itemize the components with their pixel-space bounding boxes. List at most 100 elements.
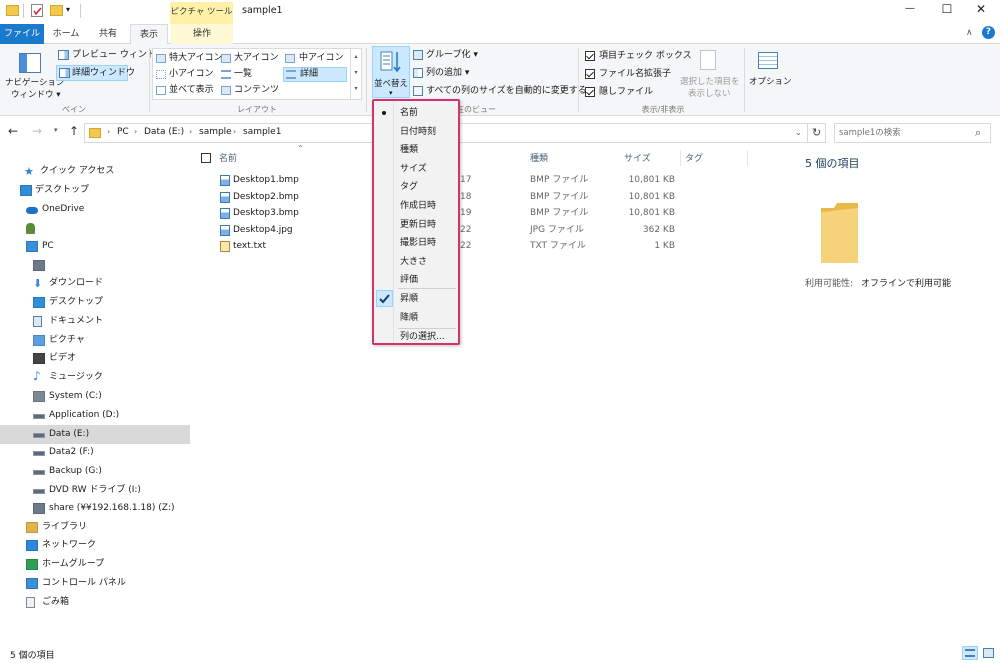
customize-toolbar-icon[interactable]: ▾ xyxy=(66,6,74,14)
sidebar-item[interactable]: Application (D:) xyxy=(0,406,190,425)
group-by-button[interactable]: グループ化 ▾ xyxy=(412,48,492,63)
hidden-items-checkbox[interactable] xyxy=(585,87,595,97)
layout-small-icons[interactable]: 小アイコン xyxy=(155,67,219,82)
sidebar-item[interactable] xyxy=(0,219,190,238)
size-all-columns-button[interactable]: すべての列のサイズを自動的に変更する xyxy=(412,84,587,99)
sidebar-item[interactable]: DVD RW ドライブ (I:) xyxy=(0,481,190,500)
file-extensions-checkbox[interactable] xyxy=(585,69,595,79)
forward-arrow-icon[interactable]: → xyxy=(32,124,42,138)
up-arrow-icon[interactable]: ↑ xyxy=(69,124,79,138)
file-row[interactable]: Desktop1.bmp:17 BMP ファイル 10,801 KB xyxy=(195,172,755,188)
sort-by-button[interactable]: 並べ替え ▾ xyxy=(372,46,410,98)
sidebar-item[interactable]: ★ クイック アクセス xyxy=(0,162,190,181)
tab-view[interactable]: 表示 xyxy=(130,24,168,45)
sidebar-item[interactable]: ホームグループ xyxy=(0,555,190,574)
preview-pane-button[interactable]: プレビュー ウィンドウ xyxy=(56,47,165,63)
sidebar-item[interactable]: Data2 (F:) xyxy=(0,443,190,462)
sidebar-item[interactable]: ビデオ xyxy=(0,349,190,368)
refresh-button[interactable]: ↻ xyxy=(808,123,826,143)
tab-file[interactable]: ファイル xyxy=(0,24,44,44)
layout-tiles[interactable]: 並べて表示 xyxy=(155,83,219,98)
sort-menu-item[interactable]: サイズ xyxy=(400,162,427,176)
item-checkboxes-checkbox[interactable] xyxy=(585,51,595,61)
sort-menu-item[interactable]: 種類 xyxy=(400,143,418,157)
sidebar-item[interactable]: ドキュメント xyxy=(0,312,190,331)
layout-extra-large-icons[interactable]: 特大アイコン xyxy=(155,51,223,66)
column-header-tags[interactable]: タグ xyxy=(685,151,703,164)
sidebar-item[interactable]: share (¥¥192.168.1.18) (Z:) xyxy=(0,499,190,518)
sort-descending-item[interactable]: 降順 xyxy=(400,311,418,325)
tab-home[interactable]: ホーム xyxy=(46,24,86,44)
search-input[interactable] xyxy=(837,125,967,141)
sidebar-item[interactable]: Data (E:) xyxy=(0,425,190,444)
layout-medium-icons[interactable]: 中アイコン xyxy=(283,51,349,66)
layout-large-icons[interactable]: 大アイコン xyxy=(220,51,284,66)
breadcrumb-pc[interactable]: PC xyxy=(117,127,129,137)
sidebar-item[interactable]: ♪ ミュージック xyxy=(0,368,190,387)
sort-menu-item[interactable]: 日付時刻 xyxy=(400,125,436,139)
sort-menu-item[interactable]: 評価 xyxy=(400,273,418,287)
file-row[interactable]: text.txt:22 TXT ファイル 1 KB xyxy=(195,238,755,254)
details-pane-button[interactable]: 詳細ウィンドウ xyxy=(56,65,135,81)
file-extensions-toggle[interactable]: ファイル名拡張子 xyxy=(583,67,678,82)
breadcrumb-folder[interactable]: sample xyxy=(199,127,232,137)
sidebar-item[interactable]: デスクトップ xyxy=(0,293,190,312)
sidebar-item[interactable] xyxy=(0,256,190,275)
select-all-checkbox[interactable] xyxy=(201,153,211,163)
sidebar-item[interactable]: デスクトップ xyxy=(0,181,190,200)
choose-columns-item[interactable]: 列の選択... xyxy=(400,330,445,344)
tab-manage[interactable]: 操作 xyxy=(171,24,233,44)
maximize-button[interactable]: ☐ xyxy=(932,2,962,16)
hidden-items-toggle[interactable]: 隠しファイル xyxy=(583,85,678,100)
breadcrumb-current[interactable]: sample1 xyxy=(243,127,281,137)
sort-menu-item[interactable]: 作成日時 xyxy=(400,199,436,213)
sort-menu-item[interactable]: 大きさ xyxy=(400,255,427,269)
column-header-size[interactable]: サイズ xyxy=(624,151,651,164)
navigation-pane-button[interactable]: ナビゲーション ウィンドウ ▾ xyxy=(3,47,64,103)
ribbon-collapse-button[interactable]: ∧ xyxy=(966,28,973,38)
add-columns-button[interactable]: 列の追加 ▾ xyxy=(412,66,492,81)
recent-locations-icon[interactable]: ▾ xyxy=(54,126,58,134)
sort-menu-item[interactable]: 更新日時 xyxy=(400,218,436,232)
column-header-name[interactable]: 名前 xyxy=(219,151,237,164)
close-button[interactable]: ✕ xyxy=(966,2,996,16)
sort-ascending-item[interactable]: 昇順 xyxy=(400,292,418,306)
breadcrumb-drive[interactable]: Data (E:) xyxy=(144,127,184,137)
sidebar-item[interactable]: ピクチャ xyxy=(0,331,190,350)
sort-menu-item[interactable]: 名前 xyxy=(400,106,418,120)
sidebar-item[interactable]: OneDrive xyxy=(0,200,190,219)
large-icons-view-toggle[interactable] xyxy=(981,646,997,660)
layout-details[interactable]: 詳細 xyxy=(283,67,347,82)
item-checkboxes-toggle[interactable]: 項目チェック ボックス xyxy=(583,49,692,64)
sidebar-item[interactable]: PC xyxy=(0,237,190,256)
new-folder-icon[interactable] xyxy=(50,5,63,16)
file-row[interactable]: Desktop4.jpg:22 JPG ファイル 362 KB xyxy=(195,222,755,238)
help-icon[interactable]: ? xyxy=(982,26,995,39)
sidebar-item[interactable]: ごみ箱 xyxy=(0,593,190,612)
sidebar-item[interactable]: System (C:) xyxy=(0,387,190,406)
sidebar-item[interactable]: ネットワーク xyxy=(0,536,190,555)
properties-check-icon[interactable] xyxy=(31,4,43,17)
sort-menu-item[interactable]: 撮影日時 xyxy=(400,236,436,250)
minimize-button[interactable]: — xyxy=(895,3,925,14)
preview-pane-label: プレビュー ウィンドウ xyxy=(72,50,165,60)
column-header-type[interactable]: 種類 xyxy=(530,151,548,164)
layout-list[interactable]: 一覧 xyxy=(220,67,284,82)
file-row[interactable]: Desktop2.bmp:18 BMP ファイル 10,801 KB xyxy=(195,189,755,205)
layout-scroll-buttons[interactable]: ▴ ▾ ▾ xyxy=(350,49,361,99)
address-dropdown-icon[interactable]: ⌄ xyxy=(795,128,802,137)
details-view-toggle[interactable] xyxy=(962,646,978,660)
back-arrow-icon[interactable]: ← xyxy=(8,124,18,138)
hide-selected-items-button[interactable]: 選択した項目を 表示しない xyxy=(678,47,742,101)
search-box[interactable]: ⌕ xyxy=(834,123,991,143)
sidebar-item[interactable]: コントロール パネル xyxy=(0,574,190,593)
sort-menu-item[interactable]: タグ xyxy=(400,180,418,194)
sidebar-item[interactable]: ⬇ ダウンロード xyxy=(0,274,190,293)
file-row[interactable]: Desktop3.bmp:19 BMP ファイル 10,801 KB xyxy=(195,205,755,221)
folder-icon[interactable] xyxy=(6,5,19,16)
tab-share[interactable]: 共有 xyxy=(88,24,128,44)
sidebar-item[interactable]: Backup (G:) xyxy=(0,462,190,481)
sidebar-item[interactable]: ライブラリ xyxy=(0,518,190,537)
layout-content[interactable]: コンテンツ xyxy=(220,83,284,98)
options-button[interactable]: オプション xyxy=(748,47,792,101)
